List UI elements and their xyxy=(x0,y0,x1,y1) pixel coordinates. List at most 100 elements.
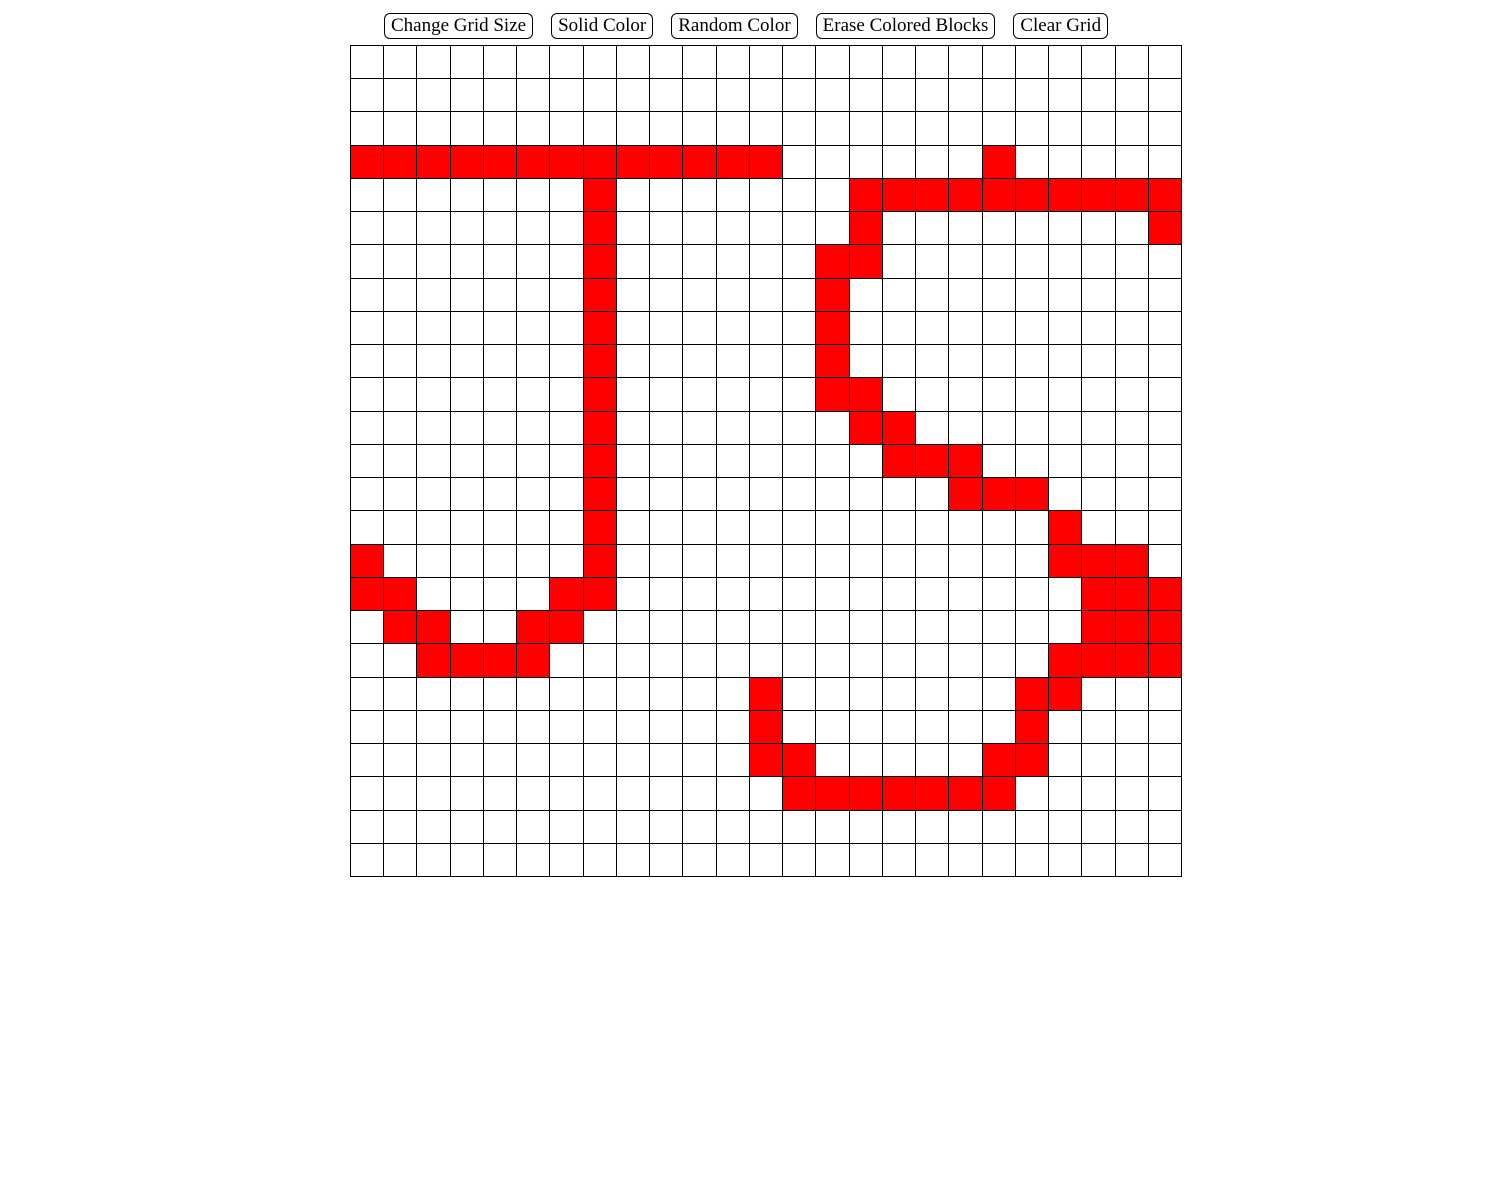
grid-cell[interactable] xyxy=(1015,544,1050,578)
grid-cell[interactable] xyxy=(384,411,418,445)
grid-cell[interactable] xyxy=(916,46,950,80)
grid-cell[interactable] xyxy=(583,444,617,479)
grid-cell[interactable] xyxy=(1115,511,1149,545)
grid-cell[interactable] xyxy=(650,278,684,312)
grid-cell[interactable] xyxy=(616,611,651,645)
grid-cell[interactable] xyxy=(384,145,418,179)
grid-cell[interactable] xyxy=(517,245,551,279)
grid-cell[interactable] xyxy=(550,278,584,312)
grid-cell[interactable] xyxy=(849,644,883,678)
grid-cell[interactable] xyxy=(949,744,983,778)
grid-cell[interactable] xyxy=(849,79,883,113)
grid-cell[interactable] xyxy=(816,212,850,246)
grid-cell[interactable] xyxy=(1115,46,1149,80)
grid-cell[interactable] xyxy=(384,677,418,711)
change-grid-size-button[interactable]: Change Grid Size xyxy=(384,13,534,39)
grid-cell[interactable] xyxy=(583,810,617,844)
grid-cell[interactable] xyxy=(384,378,418,412)
grid-cell[interactable] xyxy=(417,710,451,745)
grid-cell[interactable] xyxy=(1115,644,1149,678)
grid-cell[interactable] xyxy=(517,577,551,612)
grid-cell[interactable] xyxy=(1015,278,1050,312)
grid-cell[interactable] xyxy=(949,46,983,80)
grid-cell[interactable] xyxy=(583,245,617,279)
grid-cell[interactable] xyxy=(783,577,817,612)
grid-cell[interactable] xyxy=(384,577,418,612)
grid-cell[interactable] xyxy=(616,79,651,113)
grid-cell[interactable] xyxy=(916,178,950,213)
grid-cell[interactable] xyxy=(351,810,385,844)
grid-cell[interactable] xyxy=(716,611,750,645)
grid-cell[interactable] xyxy=(616,511,651,545)
grid-cell[interactable] xyxy=(1082,644,1116,678)
grid-cell[interactable] xyxy=(783,744,817,778)
grid-cell[interactable] xyxy=(616,311,651,346)
grid-cell[interactable] xyxy=(1049,112,1083,146)
grid-cell[interactable] xyxy=(982,744,1016,778)
grid-cell[interactable] xyxy=(716,644,750,678)
grid-cell[interactable] xyxy=(384,112,418,146)
grid-cell[interactable] xyxy=(1082,478,1116,512)
grid-cell[interactable] xyxy=(1115,79,1149,113)
grid-cell[interactable] xyxy=(384,311,418,346)
grid-cell[interactable] xyxy=(450,46,484,80)
grid-cell[interactable] xyxy=(517,843,551,877)
grid-cell[interactable] xyxy=(916,744,950,778)
grid-cell[interactable] xyxy=(1082,411,1116,445)
grid-cell[interactable] xyxy=(849,245,883,279)
grid-cell[interactable] xyxy=(1082,511,1116,545)
grid-cell[interactable] xyxy=(1115,378,1149,412)
grid-cell[interactable] xyxy=(916,843,950,877)
grid-cell[interactable] xyxy=(483,411,518,445)
grid-cell[interactable] xyxy=(716,378,750,412)
grid-cell[interactable] xyxy=(816,843,850,877)
grid-cell[interactable] xyxy=(683,644,717,678)
grid-cell[interactable] xyxy=(417,378,451,412)
grid-cell[interactable] xyxy=(749,710,784,745)
grid-cell[interactable] xyxy=(783,511,817,545)
grid-cell[interactable] xyxy=(882,311,917,346)
grid-cell[interactable] xyxy=(384,178,418,213)
grid-cell[interactable] xyxy=(483,278,518,312)
grid-cell[interactable] xyxy=(550,810,584,844)
grid-cell[interactable] xyxy=(351,577,385,612)
grid-cell[interactable] xyxy=(1015,46,1050,80)
grid-cell[interactable] xyxy=(849,411,883,445)
grid-cell[interactable] xyxy=(650,710,684,745)
grid-cell[interactable] xyxy=(916,677,950,711)
grid-cell[interactable] xyxy=(716,112,750,146)
grid-cell[interactable] xyxy=(517,777,551,811)
grid-cell[interactable] xyxy=(351,345,385,379)
grid-cell[interactable] xyxy=(1015,810,1050,844)
grid-cell[interactable] xyxy=(450,411,484,445)
grid-cell[interactable] xyxy=(816,278,850,312)
grid-cell[interactable] xyxy=(1082,611,1116,645)
grid-cell[interactable] xyxy=(849,744,883,778)
grid-cell[interactable] xyxy=(783,378,817,412)
grid-cell[interactable] xyxy=(517,677,551,711)
grid-cell[interactable] xyxy=(783,411,817,445)
grid-cell[interactable] xyxy=(450,79,484,113)
grid-cell[interactable] xyxy=(1148,112,1182,146)
solid-color-button[interactable]: Solid Color xyxy=(551,13,654,39)
grid-cell[interactable] xyxy=(616,544,651,578)
grid-cell[interactable] xyxy=(1015,411,1050,445)
grid-cell[interactable] xyxy=(616,444,651,479)
grid-cell[interactable] xyxy=(483,544,518,578)
grid-cell[interactable] xyxy=(1082,278,1116,312)
grid-cell[interactable] xyxy=(650,345,684,379)
grid-cell[interactable] xyxy=(583,212,617,246)
grid-cell[interactable] xyxy=(650,178,684,213)
grid-cell[interactable] xyxy=(882,245,917,279)
grid-cell[interactable] xyxy=(616,843,651,877)
grid-cell[interactable] xyxy=(517,478,551,512)
grid-cell[interactable] xyxy=(517,810,551,844)
grid-cell[interactable] xyxy=(916,411,950,445)
grid-cell[interactable] xyxy=(783,178,817,213)
grid-cell[interactable] xyxy=(351,611,385,645)
grid-cell[interactable] xyxy=(1015,178,1050,213)
grid-cell[interactable] xyxy=(783,145,817,179)
grid-cell[interactable] xyxy=(550,46,584,80)
grid-cell[interactable] xyxy=(1049,810,1083,844)
grid-cell[interactable] xyxy=(417,178,451,213)
